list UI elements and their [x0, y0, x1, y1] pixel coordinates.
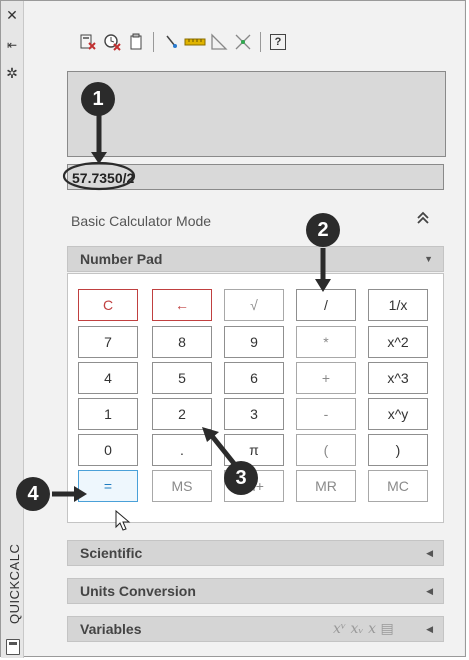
annotation-overlay: [52, 115, 331, 531]
highlight-ellipse: [62, 161, 136, 191]
callout-arrow-3: [210, 434, 238, 468]
callout-3: 3: [224, 461, 258, 495]
mouse-cursor-icon: [115, 509, 131, 531]
callout-1: 1: [81, 82, 115, 116]
callout-2: 2: [306, 213, 340, 247]
callout-4: 4: [16, 477, 50, 511]
